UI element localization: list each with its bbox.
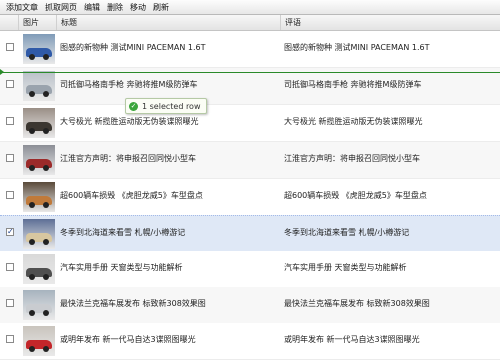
row-checkbox[interactable] xyxy=(6,299,14,307)
table-row[interactable]: 图感的新物种 测试MINI PACEMAN 1.6T 图感的新物种 测试MINI … xyxy=(0,31,500,68)
header-checkbox-cell[interactable] xyxy=(0,15,19,30)
row-summary[interactable]: 最快法兰克福车展发布 标致新308效果图 xyxy=(284,298,494,309)
drop-indicator-arrow-icon xyxy=(0,69,4,75)
row-summary[interactable]: 江淮官方声明：将申报召回同悦小型车 xyxy=(284,153,494,164)
row-summary[interactable]: 大号极光 新揽胜运动版无伪装谍照曝光 xyxy=(284,116,494,127)
snow-travel-photo[interactable] xyxy=(23,219,55,249)
blue-car-photo[interactable] xyxy=(23,34,55,64)
row-checkbox[interactable] xyxy=(6,154,14,162)
row-checkbox[interactable] xyxy=(6,43,14,51)
header-title[interactable]: 标题 xyxy=(57,15,281,30)
header-summary[interactable]: 评语 xyxy=(281,15,500,30)
row-checkbox[interactable] xyxy=(6,117,14,125)
red-hatchback-photo[interactable] xyxy=(23,326,55,356)
red-sedan-photo[interactable] xyxy=(23,145,55,175)
row-checkbox[interactable]: ✓ xyxy=(6,228,14,236)
row-checkbox[interactable] xyxy=(6,263,14,271)
grid-header: 图片 标题 评语 xyxy=(0,15,500,31)
move-button[interactable]: 移动 xyxy=(130,2,146,13)
edit-button[interactable]: 编辑 xyxy=(84,2,100,13)
row-summary[interactable]: 或明年发布 新一代马自达3谍照图曝光 xyxy=(284,334,494,345)
table-row[interactable]: 汽车实用手册 天窗类型与功能解析 汽车实用手册 天窗类型与功能解析 xyxy=(0,251,500,288)
table-row[interactable]: 或明年发布 新一代马自达3谍照图曝光 或明年发布 新一代马自达3谍照图曝光 xyxy=(0,323,500,360)
hatchback-photo[interactable] xyxy=(23,290,55,320)
row-summary[interactable]: 超600辆车损毁 《虎胆龙威5》车型盘点 xyxy=(284,190,494,201)
table-row[interactable]: ✓ 冬季到北海道来看雪 札幌/小樽游记 冬季到北海道来看雪 札幌/小樽游记 xyxy=(0,215,500,252)
row-title[interactable]: 或明年发布 新一代马自达3谍照图曝光 xyxy=(60,334,270,345)
table-row[interactable]: 最快法兰克福车展发布 标致新308效果图 最快法兰克福车展发布 标致新308效果图 xyxy=(0,287,500,324)
row-title[interactable]: 图感的新物种 测试MINI PACEMAN 1.6T xyxy=(60,42,270,53)
row-title[interactable]: 冬季到北海道来看雪 札幌/小樽游记 xyxy=(60,227,270,238)
sunroof-photo[interactable] xyxy=(23,254,55,284)
row-checkbox[interactable] xyxy=(6,335,14,343)
drag-tooltip: ✓ 1 selected row xyxy=(125,98,207,114)
refresh-button[interactable]: 刷新 xyxy=(153,2,169,13)
toolbar: 添加文章 抓取网页 编辑 删除 移动 刷新 xyxy=(0,0,500,15)
table-row[interactable]: 大号极光 新揽胜运动版无伪装谍照曝光 大号极光 新揽胜运动版无伪装谍照曝光 xyxy=(0,105,500,142)
check-circle-icon: ✓ xyxy=(129,101,138,111)
fetch-webpage-button[interactable]: 抓取网页 xyxy=(45,2,77,13)
table-row[interactable]: 司抵御马格南手枪 奔驰将推M级防弹车 司抵御马格南手枪 奔驰将推M级防弹车 xyxy=(0,68,500,105)
add-article-button[interactable]: 添加文章 xyxy=(6,2,38,13)
table-row[interactable]: 江淮官方声明：将申报召回同悦小型车 江淮官方声明：将申报召回同悦小型车 xyxy=(0,142,500,179)
drop-indicator-line xyxy=(0,72,500,73)
row-summary[interactable]: 汽车实用手册 天窗类型与功能解析 xyxy=(284,262,494,273)
row-summary[interactable]: 司抵御马格南手枪 奔驰将推M级防弹车 xyxy=(284,79,494,90)
delete-button[interactable]: 删除 xyxy=(107,2,123,13)
tooltip-text: 1 selected row xyxy=(142,101,201,111)
row-summary[interactable]: 图感的新物种 测试MINI PACEMAN 1.6T xyxy=(284,42,494,53)
row-title[interactable]: 大号极光 新揽胜运动版无伪装谍照曝光 xyxy=(60,116,270,127)
row-checkbox[interactable] xyxy=(6,191,14,199)
row-summary[interactable]: 冬季到北海道来看雪 札幌/小樽游记 xyxy=(284,227,494,238)
row-title[interactable]: 超600辆车损毁 《虎胆龙威5》车型盘点 xyxy=(60,190,270,201)
silver-suv-photo[interactable] xyxy=(23,71,55,101)
row-checkbox[interactable] xyxy=(6,80,14,88)
movie-scene-photo[interactable] xyxy=(23,182,55,212)
row-title[interactable]: 汽车实用手册 天窗类型与功能解析 xyxy=(60,262,270,273)
row-title[interactable]: 江淮官方声明：将申报召回同悦小型车 xyxy=(60,153,270,164)
header-image[interactable]: 图片 xyxy=(19,15,57,30)
table-row[interactable]: 超600辆车损毁 《虎胆龙威5》车型盘点 超600辆车损毁 《虎胆龙威5》车型盘点 xyxy=(0,179,500,216)
dark-suv-photo[interactable] xyxy=(23,108,55,138)
row-title[interactable]: 最快法兰克福车展发布 标致新308效果图 xyxy=(60,298,270,309)
row-title[interactable]: 司抵御马格南手枪 奔驰将推M级防弹车 xyxy=(60,79,270,90)
